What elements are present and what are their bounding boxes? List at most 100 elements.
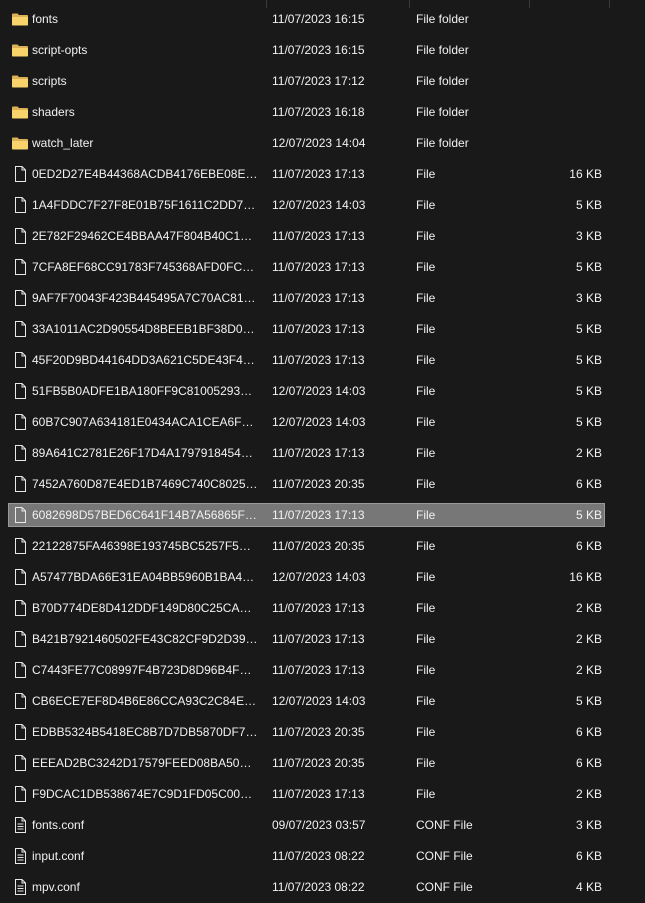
file-name: B421B7921460502FE43C82CF9D2D39F8F5... — [32, 632, 258, 646]
file-date-modified: 11/07/2023 20:35 — [272, 539, 365, 553]
file-icon — [11, 693, 29, 709]
file-row[interactable]: 7452A760D87E4ED1B7469C740C80252BD... 11/0… — [0, 469, 645, 500]
file-date-modified: 11/07/2023 17:13 — [272, 508, 365, 522]
file-row[interactable]: EEEAD2BC3242D17579FEED08BA508571C... 11/0… — [0, 748, 645, 779]
file-name: F9DCAC1DB538674E7C9D1FD05C00A22F... — [32, 787, 258, 801]
file-size: 16 KB — [569, 167, 602, 181]
file-icon — [11, 507, 29, 523]
file-date-modified: 11/07/2023 17:13 — [272, 322, 365, 336]
file-size: 6 KB — [575, 539, 602, 553]
file-icon — [11, 600, 29, 616]
file-date-modified: 11/07/2023 17:13 — [272, 663, 365, 677]
file-name: fonts.conf — [32, 818, 85, 832]
file-date-modified: 11/07/2023 17:13 — [272, 260, 365, 274]
file-type: File — [416, 260, 436, 274]
folder-icon — [11, 73, 29, 89]
file-name: 7CFA8EF68CC91783F745368AFD0FCE4DD... — [32, 260, 258, 274]
file-row[interactable]: script-opts 11/07/2023 16:15 File folder — [0, 35, 645, 66]
file-row[interactable]: input.conf 11/07/2023 08:22 CONF File 6 KB — [0, 841, 645, 872]
file-date-modified: 11/07/2023 08:22 — [272, 880, 365, 894]
file-date-modified: 09/07/2023 03:57 — [272, 818, 366, 832]
file-row[interactable]: 60B7C907A634181E0434ACA1CEA6FE1B6... 12/0… — [0, 407, 645, 438]
file-row[interactable]: shaders 11/07/2023 16:18 File folder — [0, 97, 645, 128]
folder-icon — [11, 42, 29, 58]
file-size: 5 KB — [575, 260, 602, 274]
file-icon — [11, 476, 29, 492]
file-type: File — [416, 198, 436, 212]
file-date-modified: 11/07/2023 17:13 — [272, 291, 365, 305]
file-row[interactable]: fonts 11/07/2023 16:15 File folder — [0, 4, 645, 35]
file-name: scripts — [32, 74, 67, 88]
file-type: File — [416, 725, 436, 739]
file-row[interactable]: watch_later 12/07/2023 14:04 File folder — [0, 128, 645, 159]
file-icon — [11, 321, 29, 337]
file-name: 9AF7F70043F423B445495A7C70AC81BA5... — [32, 291, 258, 305]
file-name: CB6ECE7EF8D4B6E86CCA93C2C84E7E74B... — [32, 694, 258, 708]
file-row[interactable]: 33A1011AC2D90554D8BEEB1BF38D09A66... 11/0… — [0, 314, 645, 345]
file-date-modified: 12/07/2023 14:03 — [272, 384, 366, 398]
file-date-modified: 11/07/2023 20:35 — [272, 725, 365, 739]
file-row[interactable]: B421B7921460502FE43C82CF9D2D39F8F5... 11/… — [0, 624, 645, 655]
file-size: 16 KB — [569, 570, 602, 584]
file-name: mpv.conf — [32, 880, 80, 894]
file-size: 3 KB — [575, 229, 602, 243]
file-date-modified: 11/07/2023 17:13 — [272, 787, 365, 801]
file-row[interactable]: B70D774DE8D412DDF149D80C25CA7A60... 11/07… — [0, 593, 645, 624]
file-row[interactable]: 22122875FA46398E193745BC5257F5DCE3... 11/… — [0, 531, 645, 562]
file-row[interactable]: 51FB5B0ADFE1BA180FF9C810052935FDB... 12/0… — [0, 376, 645, 407]
file-size: 2 KB — [575, 663, 602, 677]
file-row[interactable]: 45F20D9BD44164DD3A621C5DE43F40D08... 11/0… — [0, 345, 645, 376]
file-size: 5 KB — [575, 198, 602, 212]
file-row[interactable]: CB6ECE7EF8D4B6E86CCA93C2C84E7E74B... 12/0… — [0, 686, 645, 717]
file-row[interactable]: 9AF7F70043F423B445495A7C70AC81BA5... 11/0… — [0, 283, 645, 314]
file-type: File — [416, 353, 436, 367]
file-row[interactable]: C7443FE77C08997F4B723D8D96B4F7C2B7... 11/… — [0, 655, 645, 686]
conf-file-icon — [11, 848, 29, 864]
file-name: 7452A760D87E4ED1B7469C740C80252BD... — [32, 477, 258, 491]
file-size: 6 KB — [575, 725, 602, 739]
file-row[interactable]: 6082698D57BED6C641F14B7A56865FEF06... 11/… — [0, 500, 645, 531]
file-size: 5 KB — [575, 415, 602, 429]
file-size: 3 KB — [575, 818, 602, 832]
file-size: 6 KB — [575, 849, 602, 863]
file-name: fonts — [32, 12, 59, 26]
file-type: File — [416, 384, 436, 398]
file-icon — [11, 197, 29, 213]
file-type: File folder — [416, 136, 469, 150]
file-name: 33A1011AC2D90554D8BEEB1BF38D09A66... — [32, 322, 258, 336]
file-icon — [11, 352, 29, 368]
file-icon — [11, 228, 29, 244]
file-icon — [11, 631, 29, 647]
file-name: B70D774DE8D412DDF149D80C25CA7A60... — [32, 601, 258, 615]
file-list: fonts 11/07/2023 16:15 File folder script-o… — [0, 4, 645, 903]
file-row[interactable]: 7CFA8EF68CC91783F745368AFD0FCE4DD... 11/0… — [0, 252, 645, 283]
file-icon — [11, 445, 29, 461]
file-type: CONF File — [416, 818, 473, 832]
file-name: 2E782F29462CE4BBAA47F804B40C1AB73... — [32, 229, 258, 243]
conf-file-icon — [11, 879, 29, 895]
file-row[interactable]: fonts.conf 09/07/2023 03:57 CONF File 3 KB — [0, 810, 645, 841]
file-row[interactable]: mpv.conf 11/07/2023 08:22 CONF File 4 KB — [0, 872, 645, 903]
file-row[interactable]: 0ED2D27E4B44368ACDB4176EBE08E600C... 11/0… — [0, 159, 645, 190]
file-row[interactable]: EDBB5324B5418EC8B7D7DB5870DF715EF... 11/0… — [0, 717, 645, 748]
file-row[interactable]: F9DCAC1DB538674E7C9D1FD05C00A22F... 11/07… — [0, 779, 645, 810]
file-row[interactable]: 2E782F29462CE4BBAA47F804B40C1AB73... 11/0… — [0, 221, 645, 252]
file-icon — [11, 786, 29, 802]
conf-file-icon — [11, 817, 29, 833]
file-row[interactable]: scripts 11/07/2023 17:12 File folder — [0, 66, 645, 97]
file-name: C7443FE77C08997F4B723D8D96B4F7C2B7... — [32, 663, 258, 677]
folder-icon — [11, 104, 29, 120]
file-row[interactable]: 89A641C2781E26F17D4A1797918454A9C... 11/0… — [0, 438, 645, 469]
file-date-modified: 11/07/2023 17:13 — [272, 353, 365, 367]
file-row[interactable]: A57477BDA66E31EA04BB5960B1BA4D0F2... 12/0… — [0, 562, 645, 593]
file-type: File — [416, 508, 436, 522]
file-size: 2 KB — [575, 446, 602, 460]
file-type: File — [416, 756, 436, 770]
file-icon — [11, 166, 29, 182]
file-type: File — [416, 632, 436, 646]
file-icon — [11, 290, 29, 306]
file-date-modified: 11/07/2023 17:13 — [272, 632, 365, 646]
file-row[interactable]: 1A4FDDC7F27F8E01B75F1611C2DD74473... 12/0… — [0, 190, 645, 221]
file-date-modified: 11/07/2023 17:13 — [272, 601, 365, 615]
file-size: 5 KB — [575, 384, 602, 398]
